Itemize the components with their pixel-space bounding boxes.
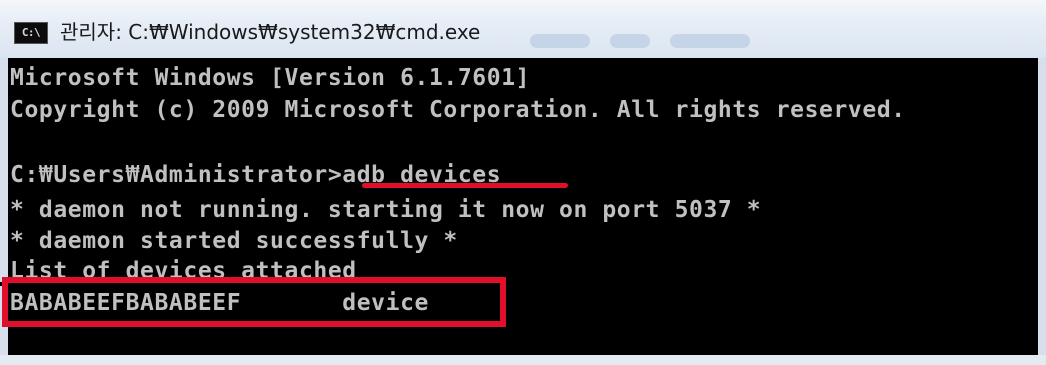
- cmd-window: C:\ 관리자: C:₩Windows₩system32₩cmd.exe Mic…: [0, 0, 1046, 365]
- titlebar-glass-decoration: [670, 34, 750, 48]
- titlebar-glass-decoration: [610, 34, 650, 48]
- red-underline-annotation: [362, 183, 568, 188]
- console-line: * daemon started successfully *: [10, 228, 458, 254]
- titlebar-glass-decoration: [530, 34, 590, 48]
- console-line: Microsoft Windows [Version 6.1.7601]: [10, 65, 531, 91]
- console-line: * daemon not running. starting it now on…: [10, 197, 762, 223]
- window-bottom-border: [0, 355, 1046, 365]
- console-line: Copyright (c) 2009 Microsoft Corporation…: [10, 97, 906, 123]
- red-box-annotation: [2, 277, 506, 327]
- window-right-border: [1038, 58, 1046, 365]
- cmd-icon[interactable]: C:\: [14, 22, 48, 44]
- window-title: 관리자: C:₩Windows₩system32₩cmd.exe: [60, 20, 481, 44]
- title-bar[interactable]: C:\ 관리자: C:₩Windows₩system32₩cmd.exe: [0, 0, 1046, 59]
